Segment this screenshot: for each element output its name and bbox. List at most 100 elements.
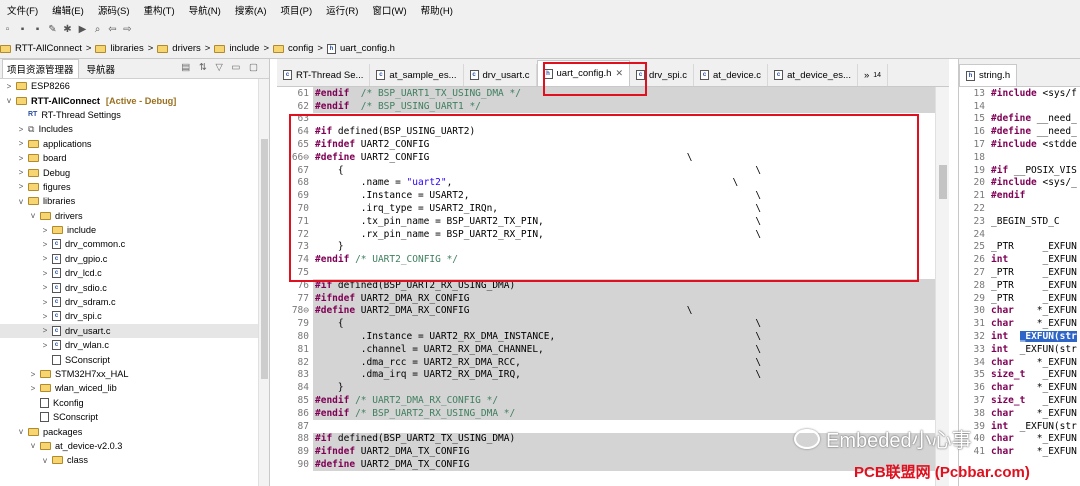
chevron-right-icon[interactable]: > [16,168,26,177]
tree-item[interactable]: > c drv_sdio.c [0,280,258,294]
breadcrumb-item[interactable]: config [288,43,313,54]
breadcrumb-item[interactable]: include [229,43,259,54]
code-text: .irq_type = USART2_IRQn, \ [313,202,935,215]
chevron-right-icon[interactable]: > [40,312,50,321]
wechat-icon [794,428,820,449]
breadcrumb-item[interactable]: RTT-AllConnect [15,43,82,54]
tree-item[interactable]: v at_device-v2.0.3 [0,439,258,453]
chevron-down-icon[interactable]: v [28,211,38,220]
tree-item[interactable]: SConscript [0,410,258,424]
chevron-down-icon[interactable]: v [16,197,26,206]
tree-item[interactable]: > c drv_wlan.c [0,338,258,352]
tree-item[interactable]: v drivers [0,209,258,223]
tree-item[interactable]: v packages [0,424,258,438]
tree-item[interactable]: > c drv_common.c [0,237,258,251]
tree-item[interactable]: > c drv_spi.c [0,309,258,323]
tree-item[interactable]: v class [0,453,258,467]
chevron-right-icon[interactable]: > [16,125,26,134]
chevron-right-icon[interactable]: > [16,182,26,191]
save-icon[interactable]: ▪ [17,24,28,35]
chevron-down-icon[interactable]: v [4,96,14,105]
save-all-icon[interactable]: ▪ [32,24,43,35]
overflow-count: 14 [873,71,882,79]
chevron-down-icon[interactable]: v [16,427,26,436]
chevron-right-icon[interactable]: > [28,384,38,393]
close-icon[interactable]: ✕ [615,68,623,79]
editor-tab[interactable]: c drv_usart.c [464,64,537,86]
chevron-right-icon[interactable]: > [40,326,50,335]
editor-tab[interactable]: c RT-Thread Se... [277,64,371,86]
chevron-right-icon[interactable]: > [40,240,50,249]
menu-item[interactable]: 源码(S) [91,3,137,17]
breadcrumb-item[interactable]: drivers [172,43,201,54]
tree-item[interactable]: > applications [0,137,258,151]
chevron-right-icon[interactable]: > [40,298,50,307]
run-icon[interactable]: ▶ [77,24,88,35]
tree-item[interactable]: > c drv_gpio.c [0,252,258,266]
debug-icon[interactable]: ✱ [62,24,73,35]
line-number: 88 [297,433,309,445]
tree-item[interactable]: > include [0,223,258,237]
editor-tab[interactable]: c at_device.c [694,64,769,86]
tab-string-h[interactable]: h string.h [959,64,1018,86]
chevron-right-icon[interactable]: > [40,341,50,350]
menu-item[interactable]: 帮助(H) [414,3,460,17]
menu-item[interactable]: 文件(F) [0,3,45,17]
tree-item[interactable]: > c drv_sdram.c [0,295,258,309]
menu-item[interactable]: 窗口(W) [365,3,413,17]
project-icon [16,96,27,105]
tab-navigator[interactable]: 导航器 [87,62,116,76]
tree-item[interactable]: > wlan_wiced_lib [0,381,258,395]
tree-scrollbar[interactable] [258,79,269,486]
tree-item-label: drv_sdram.c [65,297,116,308]
editor-tab[interactable]: h uart_config.h ✕ [536,60,630,86]
scrollbar-thumb[interactable] [939,165,947,199]
tree-item[interactable]: Kconfig [0,396,258,410]
breadcrumb-item[interactable]: uart_config.h [340,43,395,54]
tree-item[interactable]: RT RT-Thread Settings [0,108,258,122]
new-icon[interactable]: ▫ [2,24,13,35]
chevron-right-icon[interactable]: > [40,254,50,263]
menu-item[interactable]: 导航(N) [182,3,228,17]
tree-item[interactable]: > figures [0,180,258,194]
tree-item[interactable]: > ESP8266 [0,79,258,93]
tab-overflow[interactable]: » 14 [858,64,889,86]
chevron-right-icon[interactable]: > [40,226,50,235]
secondary-code-area[interactable]: 13 #include <sys/f 14 15 #define __need_ 16 #d… [959,87,1080,459]
tree-item[interactable]: SConscript [0,352,258,366]
chevron-right-icon[interactable]: > [40,283,50,292]
panel-tools-icon[interactable]: ▤ ⇅ ▽ ▭ ▢ [181,62,261,73]
build-icon[interactable]: ✎ [47,24,58,35]
tree-item[interactable]: > Debug [0,165,258,179]
tree-item[interactable]: v libraries [0,194,258,208]
chevron-down-icon[interactable]: v [40,456,50,465]
editor-tab[interactable]: c at_device_es... [768,64,858,86]
menu-item[interactable]: 搜索(A) [228,3,274,17]
chevron-right-icon[interactable]: > [16,139,26,148]
code-text: _BEGIN_STD_C [989,214,1080,228]
chevron-down-icon[interactable]: v [28,441,38,450]
tree-item[interactable]: v RTT-AllConnect [Active - Debug] [0,93,258,107]
breadcrumb-item[interactable]: libraries [110,43,143,54]
scrollbar-thumb[interactable] [261,139,268,379]
tree-item[interactable]: > ⧉ Includes [0,122,258,136]
code-token: _EXFUN [1025,369,1077,381]
search-icon[interactable]: ⌕ [92,24,103,35]
chevron-right-icon[interactable]: > [40,269,50,278]
forward-icon[interactable]: ⇨ [122,24,133,35]
editor-tab[interactable]: c drv_spi.c [630,64,694,86]
menu-item[interactable]: 运行(R) [319,3,365,17]
menu-item[interactable]: 重构(T) [136,3,181,17]
chevron-right-icon[interactable]: > [28,370,38,379]
tree-item[interactable]: > c drv_lcd.c [0,266,258,280]
editor-tab[interactable]: c at_sample_es... [370,64,464,86]
tree-item[interactable]: > STM32H7xx_HAL [0,367,258,381]
menu-item[interactable]: 编辑(E) [45,3,91,17]
tree-item[interactable]: > c drv_usart.c [0,323,258,339]
chevron-right-icon[interactable]: > [4,82,14,91]
chevron-right-icon[interactable]: > [16,154,26,163]
tree-item[interactable]: > board [0,151,258,165]
menu-item[interactable]: 项目(P) [274,3,320,17]
tab-project-explorer[interactable]: 项目资源管理器 [2,59,79,78]
back-icon[interactable]: ⇦ [107,24,118,35]
